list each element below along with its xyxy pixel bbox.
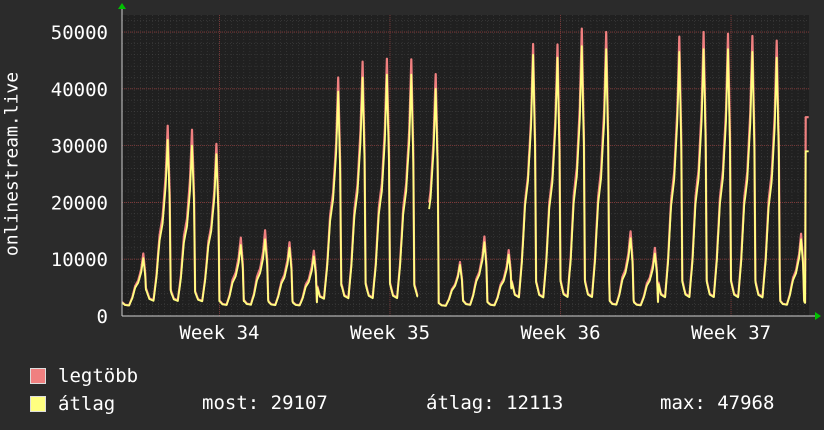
legend-label-avg: átlag <box>58 393 116 415</box>
stat-maximum: max: 47968 <box>660 392 775 414</box>
stat-current: most: 29107 <box>202 392 328 414</box>
legend-swatch-avg <box>30 396 46 412</box>
y-tick-label: 20000 <box>51 192 108 214</box>
x-tick-label: Week 35 <box>350 322 430 344</box>
y-tick-label: 10000 <box>51 249 108 271</box>
x-tick-label: Week 34 <box>179 322 259 344</box>
x-tick-label: Week 36 <box>520 322 600 344</box>
y-axis-arrow-icon <box>118 3 126 9</box>
chart-svg: 0 10000 20000 30000 40000 50000 Week 34 Week 35… <box>51 3 821 344</box>
y-tick-label: 40000 <box>51 79 108 101</box>
y-axis-label: onlinestream.live <box>1 71 23 257</box>
y-tick-label: 30000 <box>51 136 108 158</box>
y-tick-label: 50000 <box>51 22 108 44</box>
legend-swatch-max <box>30 368 46 384</box>
legend: legtöbb átlag most: 29107 átlag: 12113 m… <box>30 362 810 418</box>
x-tick-label: Week 37 <box>691 322 771 344</box>
legend-item-max: legtöbb <box>30 362 810 390</box>
legend-label-max: legtöbb <box>58 365 139 387</box>
legend-item-avg: átlag most: 29107 átlag: 12113 max: 4796… <box>30 390 810 418</box>
x-axis-arrow-icon <box>815 312 821 320</box>
chart-area: 0 10000 20000 30000 40000 50000 Week 34 Week 35… <box>0 0 824 345</box>
stat-average: átlag: 12113 <box>426 392 564 414</box>
y-tick-label: 0 <box>97 306 108 328</box>
